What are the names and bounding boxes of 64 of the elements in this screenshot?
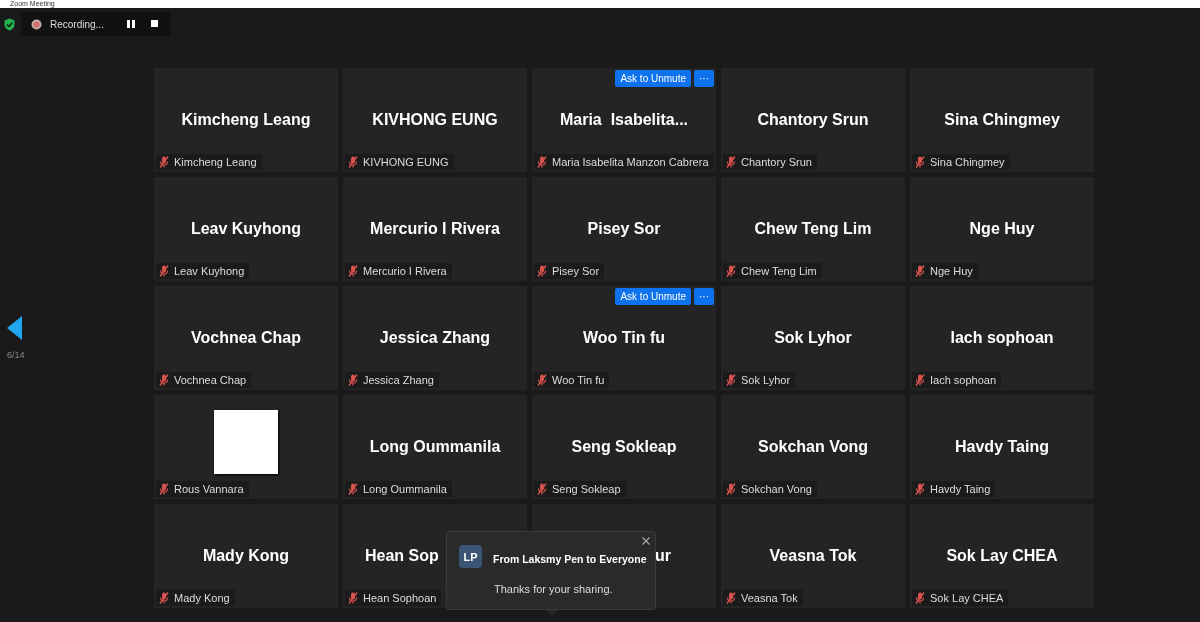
participant-name: Kimcheng Leang: [181, 111, 311, 129]
participant-label-text: Hean Sophoan: [363, 592, 437, 604]
participant-label-text: Seng Sokleap: [552, 483, 621, 495]
participant-name: Mady Kong: [202, 547, 290, 565]
participant-name: Sok Lyhor: [774, 329, 852, 347]
participant-name: KIVHONG EUNG: [372, 111, 498, 129]
participant-name: Hean Sop: [365, 547, 439, 565]
participant-label-text: Leav Kuyhong: [174, 265, 245, 277]
participant-name: Woo Tin fu: [582, 329, 666, 347]
participant-name: Vochnea Chap: [191, 329, 301, 347]
more-button[interactable]: ···: [694, 70, 714, 87]
participant-name: Long Oummanila: [369, 438, 501, 456]
chat-title: From Laksmy Pen to Everyone: [493, 553, 647, 565]
participant-name: Havdy Taing: [955, 438, 1049, 456]
participant-label-text: Sina Chingmey: [930, 156, 1005, 168]
participant-name: Mercurio I Rivera: [370, 220, 500, 238]
participant-label-text: Jessica Zhang: [363, 374, 434, 386]
participant-label-text: Iach sophoan: [930, 374, 997, 386]
participant-name: Chew Teng Lim: [754, 220, 872, 238]
ask-to-unmute-button[interactable]: Ask to Unmute: [615, 288, 691, 305]
participant-label-text: Chantory Srun: [741, 156, 812, 168]
participant-label-text: Woo Tin fu: [552, 374, 605, 386]
participant-label-text: Sokchan Vong: [741, 483, 812, 495]
participant-label-text: Mercurio I Rivera: [363, 265, 447, 277]
participant-label-text: Kimcheng Leang: [174, 156, 257, 168]
avatar-image: [214, 410, 278, 474]
participant-label-text: Sok Lay CHEA: [930, 592, 1004, 604]
participant-name: Veasna Tok: [769, 547, 857, 565]
participant-name: Sokchan Vong: [758, 438, 868, 456]
participant-name: Sina Chingmey: [944, 111, 1060, 129]
participant-label-text: Sok Lyhor: [741, 374, 791, 386]
chat-notification[interactable]: [446, 531, 656, 610]
previous-page-icon[interactable]: [7, 316, 22, 340]
participant-label-text: Veasna Tok: [741, 592, 798, 604]
participant-label-text: Pisey Sor: [552, 265, 600, 277]
participant-name: Leav Kuyhong: [190, 220, 302, 238]
participant-label-text: Vochnea Chap: [174, 374, 247, 386]
close-icon[interactable]: [642, 537, 650, 545]
participant-label-text: Chew Teng Lim: [741, 265, 817, 277]
participant-name: ur: [655, 547, 671, 565]
participant-name: Sok Lay CHEA: [946, 547, 1058, 565]
recording-status: Recording...: [50, 18, 104, 30]
participant-name: Seng Sokleap: [571, 438, 677, 456]
participant-name: Jessica Zhang: [379, 329, 491, 347]
participant-label-text: Mady Kong: [174, 592, 230, 604]
participant-name: Nge Huy: [969, 220, 1035, 238]
shield-icon[interactable]: [4, 17, 15, 31]
participant-name: Chantory Srun: [757, 111, 869, 129]
participant-label-text: Long Oummanila: [363, 483, 447, 495]
participant-label-text: Havdy Taing: [930, 483, 991, 495]
more-button[interactable]: ···: [694, 288, 714, 305]
record-icon: [31, 18, 42, 30]
page-count: 6/14: [7, 350, 26, 360]
participant-name: Maria Isabelita...: [559, 111, 689, 129]
participant-label-text: Maria Isabelita Manzon Cabrera: [552, 156, 709, 168]
pointer-icon: [546, 610, 558, 616]
participant-label-text: Rous Vannara: [174, 483, 244, 495]
chat-message: Thanks for your sharing.: [494, 583, 613, 595]
ask-to-unmute-button[interactable]: Ask to Unmute: [615, 70, 691, 87]
participant-label-text: Nge Huy: [930, 265, 973, 277]
participant-name: Iach sophoan: [950, 329, 1054, 347]
participant-name: Pisey Sor: [587, 220, 661, 238]
participant-label-text: KIVHONG EUNG: [363, 156, 449, 168]
sender-avatar: LP: [459, 545, 482, 568]
